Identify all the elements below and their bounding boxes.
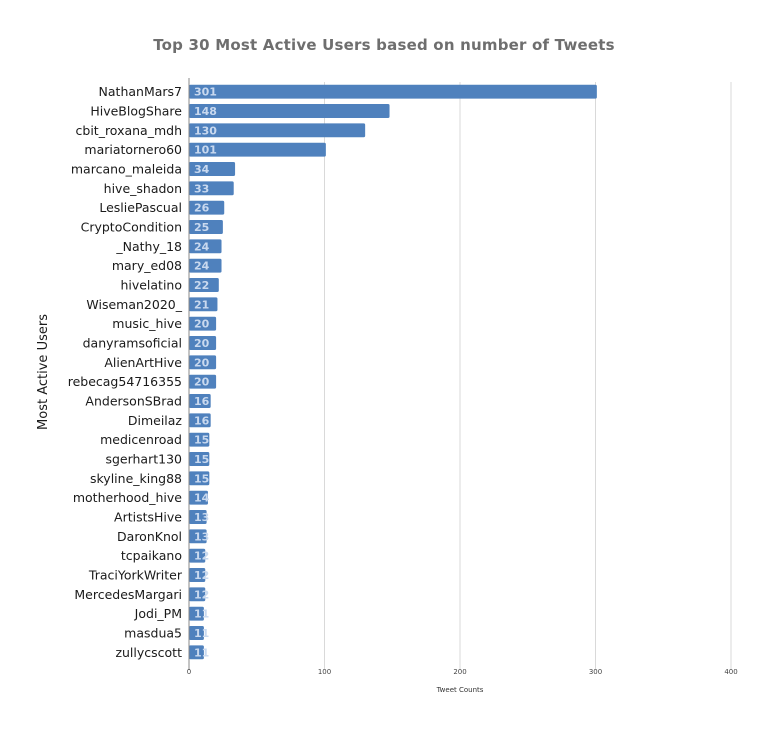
category-label: marcano_maleida bbox=[71, 162, 182, 177]
data-label: 12 bbox=[194, 550, 209, 563]
category-label: _Nathy_18 bbox=[115, 239, 182, 254]
category-label: mary_ed08 bbox=[112, 258, 182, 273]
data-label: 16 bbox=[194, 414, 210, 427]
category-label: danyramsoficial bbox=[83, 336, 182, 351]
bars: 301 148 130 101 34 33 26 25 24 24 22 21 20 20 20 20 16 16… bbox=[189, 84, 597, 659]
data-label: 25 bbox=[194, 221, 209, 234]
data-label: 101 bbox=[194, 144, 217, 157]
category-label: TraciYorkWriter bbox=[88, 568, 183, 583]
category-label: Wiseman2020_ bbox=[86, 297, 182, 312]
x-tick-label: 200 bbox=[453, 668, 466, 676]
data-label: 15 bbox=[194, 434, 209, 447]
category-label: Jodi_PM bbox=[134, 606, 182, 621]
data-label: 11 bbox=[194, 608, 209, 621]
category-label: cbit_roxana_mdh bbox=[76, 123, 182, 138]
category-label: LesliePascual bbox=[99, 200, 182, 215]
data-label: 22 bbox=[194, 279, 209, 292]
bar-chart: 3011481301013433262524242221202020201616… bbox=[36, 78, 738, 694]
y-axis-title: Most Active Users bbox=[36, 314, 51, 430]
gridlines bbox=[324, 82, 732, 670]
category-label: AndersonSBrad bbox=[85, 394, 182, 409]
data-label: 20 bbox=[194, 376, 210, 389]
category-label: skyline_king88 bbox=[90, 471, 182, 486]
category-label: AlienArtHive bbox=[104, 355, 182, 370]
data-label: 14 bbox=[194, 492, 210, 505]
category-label: hivelatino bbox=[120, 278, 182, 293]
data-label: 26 bbox=[194, 202, 210, 215]
data-label: 148 bbox=[194, 105, 217, 118]
category-label: rebecag54716355 bbox=[68, 374, 182, 389]
x-tick-label: 100 bbox=[318, 668, 331, 676]
category-label: motherhood_hive bbox=[73, 490, 182, 505]
data-label: 301 bbox=[194, 86, 217, 99]
data-label: 130 bbox=[194, 124, 217, 137]
category-label: HiveBlogShare bbox=[90, 104, 182, 119]
data-label: 20 bbox=[194, 337, 210, 350]
data-label: 15 bbox=[194, 453, 209, 466]
data-label: 11 bbox=[194, 627, 209, 640]
data-label: 33 bbox=[194, 182, 209, 195]
category-label: music_hive bbox=[112, 316, 182, 331]
category-label: masdua5 bbox=[124, 626, 182, 641]
x-axis-title: Tweet Counts bbox=[436, 686, 484, 694]
x-tick-label: 0 bbox=[187, 668, 191, 676]
category-label: medicenroad bbox=[100, 432, 182, 447]
category-label: NathanMars7 bbox=[99, 84, 182, 99]
data-label: 11 bbox=[194, 646, 209, 659]
data-label: 20 bbox=[194, 356, 210, 369]
x-tick-label: 300 bbox=[589, 668, 602, 676]
data-label: 16 bbox=[194, 395, 210, 408]
bar-NathanMars7 bbox=[189, 84, 597, 99]
data-label: 24 bbox=[194, 260, 210, 273]
x-tick-label: 400 bbox=[724, 668, 737, 676]
data-label: 24 bbox=[194, 240, 210, 253]
data-label: 21 bbox=[194, 298, 209, 311]
data-label: 12 bbox=[194, 569, 209, 582]
data-label: 12 bbox=[194, 588, 209, 601]
category-label: CryptoCondition bbox=[81, 220, 182, 235]
data-label: 13 bbox=[194, 511, 209, 524]
data-label: 34 bbox=[194, 163, 210, 176]
category-label: zullycscott bbox=[115, 645, 182, 660]
category-labels: NathanMars7 HiveBlogShare cbit_roxana_mdhm… bbox=[68, 84, 183, 660]
data-label: 20 bbox=[194, 318, 210, 331]
bar-HiveBlogShare bbox=[189, 104, 390, 118]
category-label: ArtistsHive bbox=[114, 510, 182, 525]
category-label: tcpaikano bbox=[121, 548, 182, 563]
category-label: hive_shadon bbox=[104, 181, 182, 196]
category-label: Dimeilaz bbox=[128, 413, 183, 428]
category-label: MercedesMargari bbox=[74, 587, 182, 602]
data-label: 13 bbox=[194, 530, 209, 543]
category-label: DaronKnol bbox=[117, 529, 182, 544]
x-tick-labels: 0 100 200 300 400 bbox=[187, 668, 738, 676]
category-label: sgerhart130 bbox=[105, 452, 182, 467]
category-label: mariatornero60 bbox=[84, 142, 182, 157]
data-label: 15 bbox=[194, 472, 209, 485]
